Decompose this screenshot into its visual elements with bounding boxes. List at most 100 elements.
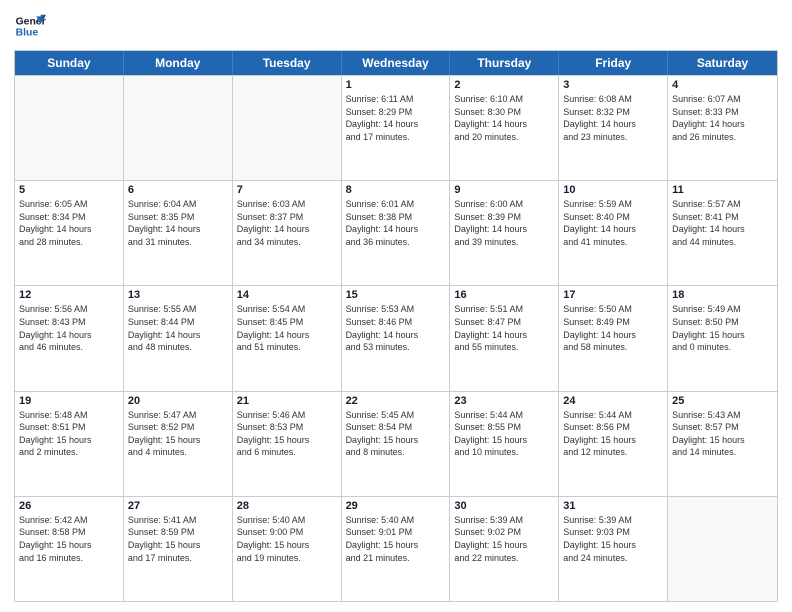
day-number: 23: [454, 395, 554, 407]
day-cell-20: 20 Sunrise: 5:47 AM Sunset: 8:52 PM Dayli…: [124, 392, 233, 496]
day-number: 1: [346, 79, 446, 91]
week-row-3: 19Sunrise: 5:48 AM Sunset: 8:51 PM Dayli…: [15, 391, 777, 496]
day-number: 16: [454, 289, 554, 301]
day-info: Sunrise: 5:55 AM Sunset: 8:44 PM Dayligh…: [128, 303, 228, 353]
day-number: 4: [672, 79, 773, 91]
day-info: Sunrise: 5:54 AM Sunset: 8:45 PM Dayligh…: [237, 303, 337, 353]
day-cell-23: 23 Sunrise: 5:44 AM Sunset: 8:55 PM Dayli…: [450, 392, 559, 496]
weekday-header-thursday: Thursday: [450, 51, 559, 75]
day-number: 14: [237, 289, 337, 301]
day-cell-24: 24 Sunrise: 5:44 AM Sunset: 8:56 PM Dayli…: [559, 392, 668, 496]
day-number: 2: [454, 79, 554, 91]
day-number: 28: [237, 500, 337, 512]
day-info: Sunrise: 5:44 AM Sunset: 8:56 PM Dayligh…: [563, 409, 663, 459]
day-cell-18: 18 Sunrise: 5:49 AM Sunset: 8:50 PM Dayli…: [668, 286, 777, 390]
day-cell-empty-4-6: [668, 497, 777, 601]
day-number: 17: [563, 289, 663, 301]
day-number: 9: [454, 184, 554, 196]
header: General Blue: [14, 10, 778, 42]
day-info: Sunrise: 5:57 AM Sunset: 8:41 PM Dayligh…: [672, 198, 773, 248]
day-number: 30: [454, 500, 554, 512]
day-cell-30: 30 Sunrise: 5:39 AM Sunset: 9:02 PM Dayli…: [450, 497, 559, 601]
day-cell-11: 11 Sunrise: 5:57 AM Sunset: 8:41 PM Dayli…: [668, 181, 777, 285]
day-info: Sunrise: 5:51 AM Sunset: 8:47 PM Dayligh…: [454, 303, 554, 353]
day-number: 3: [563, 79, 663, 91]
day-number: 5: [19, 184, 119, 196]
weekday-header-monday: Monday: [124, 51, 233, 75]
day-number: 19: [19, 395, 119, 407]
day-info: Sunrise: 6:03 AM Sunset: 8:37 PM Dayligh…: [237, 198, 337, 248]
day-info: Sunrise: 6:07 AM Sunset: 8:33 PM Dayligh…: [672, 93, 773, 143]
day-number: 12: [19, 289, 119, 301]
calendar-body: 1 Sunrise: 6:11 AM Sunset: 8:29 PM Daylig…: [15, 75, 777, 601]
day-cell-6: 6 Sunrise: 6:04 AM Sunset: 8:35 PM Daylig…: [124, 181, 233, 285]
day-number: 7: [237, 184, 337, 196]
day-info: Sunrise: 6:11 AM Sunset: 8:29 PM Dayligh…: [346, 93, 446, 143]
day-number: 10: [563, 184, 663, 196]
day-cell-7: 7 Sunrise: 6:03 AM Sunset: 8:37 PM Daylig…: [233, 181, 342, 285]
day-info: Sunrise: 5:50 AM Sunset: 8:49 PM Dayligh…: [563, 303, 663, 353]
day-info: Sunrise: 6:01 AM Sunset: 8:38 PM Dayligh…: [346, 198, 446, 248]
week-row-0: 1 Sunrise: 6:11 AM Sunset: 8:29 PM Daylig…: [15, 75, 777, 180]
day-cell-empty-0-0: [15, 76, 124, 180]
day-info: Sunrise: 6:00 AM Sunset: 8:39 PM Dayligh…: [454, 198, 554, 248]
day-info: Sunrise: 5:39 AM Sunset: 9:02 PM Dayligh…: [454, 514, 554, 564]
logo-icon: General Blue: [14, 10, 46, 42]
day-cell-31: 31Sunrise: 5:39 AM Sunset: 9:03 PM Dayli…: [559, 497, 668, 601]
day-info: Sunrise: 5:49 AM Sunset: 8:50 PM Dayligh…: [672, 303, 773, 353]
logo: General Blue: [14, 10, 46, 42]
day-cell-16: 16 Sunrise: 5:51 AM Sunset: 8:47 PM Dayli…: [450, 286, 559, 390]
day-cell-12: 12 Sunrise: 5:56 AM Sunset: 8:43 PM Dayli…: [15, 286, 124, 390]
day-number: 29: [346, 500, 446, 512]
day-cell-10: 10Sunrise: 5:59 AM Sunset: 8:40 PM Dayli…: [559, 181, 668, 285]
day-number: 20: [128, 395, 228, 407]
day-number: 11: [672, 184, 773, 196]
day-info: Sunrise: 5:46 AM Sunset: 8:53 PM Dayligh…: [237, 409, 337, 459]
weekday-header-wednesday: Wednesday: [342, 51, 451, 75]
day-number: 24: [563, 395, 663, 407]
day-info: Sunrise: 6:08 AM Sunset: 8:32 PM Dayligh…: [563, 93, 663, 143]
day-cell-17: 17 Sunrise: 5:50 AM Sunset: 8:49 PM Dayli…: [559, 286, 668, 390]
day-info: Sunrise: 6:04 AM Sunset: 8:35 PM Dayligh…: [128, 198, 228, 248]
day-info: Sunrise: 5:56 AM Sunset: 8:43 PM Dayligh…: [19, 303, 119, 353]
day-cell-8: 8Sunrise: 6:01 AM Sunset: 8:38 PM Daylig…: [342, 181, 451, 285]
day-info: Sunrise: 5:53 AM Sunset: 8:46 PM Dayligh…: [346, 303, 446, 353]
day-cell-3: 3 Sunrise: 6:08 AM Sunset: 8:32 PM Daylig…: [559, 76, 668, 180]
day-cell-21: 21 Sunrise: 5:46 AM Sunset: 8:53 PM Dayli…: [233, 392, 342, 496]
day-cell-19: 19Sunrise: 5:48 AM Sunset: 8:51 PM Dayli…: [15, 392, 124, 496]
day-info: Sunrise: 6:10 AM Sunset: 8:30 PM Dayligh…: [454, 93, 554, 143]
weekday-header-tuesday: Tuesday: [233, 51, 342, 75]
day-cell-25: 25 Sunrise: 5:43 AM Sunset: 8:57 PM Dayli…: [668, 392, 777, 496]
day-number: 18: [672, 289, 773, 301]
svg-text:Blue: Blue: [16, 28, 39, 39]
day-cell-empty-0-2: [233, 76, 342, 180]
calendar-header: SundayMondayTuesdayWednesdayThursdayFrid…: [15, 51, 777, 75]
day-cell-2: 2 Sunrise: 6:10 AM Sunset: 8:30 PM Daylig…: [450, 76, 559, 180]
day-cell-1: 1 Sunrise: 6:11 AM Sunset: 8:29 PM Daylig…: [342, 76, 451, 180]
day-cell-29: 29Sunrise: 5:40 AM Sunset: 9:01 PM Dayli…: [342, 497, 451, 601]
day-cell-27: 27 Sunrise: 5:41 AM Sunset: 8:59 PM Dayli…: [124, 497, 233, 601]
weekday-header-friday: Friday: [559, 51, 668, 75]
day-cell-5: 5 Sunrise: 6:05 AM Sunset: 8:34 PM Daylig…: [15, 181, 124, 285]
day-number: 21: [237, 395, 337, 407]
day-info: Sunrise: 5:44 AM Sunset: 8:55 PM Dayligh…: [454, 409, 554, 459]
day-info: Sunrise: 6:05 AM Sunset: 8:34 PM Dayligh…: [19, 198, 119, 248]
day-cell-14: 14 Sunrise: 5:54 AM Sunset: 8:45 PM Dayli…: [233, 286, 342, 390]
day-info: Sunrise: 5:40 AM Sunset: 9:00 PM Dayligh…: [237, 514, 337, 564]
week-row-4: 26Sunrise: 5:42 AM Sunset: 8:58 PM Dayli…: [15, 496, 777, 601]
day-number: 27: [128, 500, 228, 512]
day-cell-4: 4 Sunrise: 6:07 AM Sunset: 8:33 PM Daylig…: [668, 76, 777, 180]
day-cell-9: 9 Sunrise: 6:00 AM Sunset: 8:39 PM Daylig…: [450, 181, 559, 285]
day-number: 25: [672, 395, 773, 407]
day-info: Sunrise: 5:43 AM Sunset: 8:57 PM Dayligh…: [672, 409, 773, 459]
day-number: 6: [128, 184, 228, 196]
day-cell-22: 22Sunrise: 5:45 AM Sunset: 8:54 PM Dayli…: [342, 392, 451, 496]
day-number: 31: [563, 500, 663, 512]
day-number: 13: [128, 289, 228, 301]
day-info: Sunrise: 5:41 AM Sunset: 8:59 PM Dayligh…: [128, 514, 228, 564]
day-number: 26: [19, 500, 119, 512]
day-cell-empty-0-1: [124, 76, 233, 180]
weekday-header-sunday: Sunday: [15, 51, 124, 75]
day-info: Sunrise: 5:47 AM Sunset: 8:52 PM Dayligh…: [128, 409, 228, 459]
day-info: Sunrise: 5:45 AM Sunset: 8:54 PM Dayligh…: [346, 409, 446, 459]
